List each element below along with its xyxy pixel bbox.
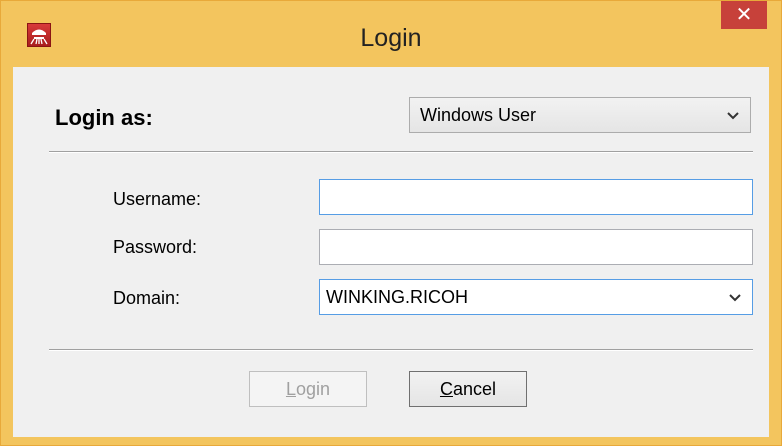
cancel-button-mnemonic: C <box>439 379 453 399</box>
domain-label: Domain: <box>113 288 181 308</box>
title-bar: Login ✕ <box>1 1 781 67</box>
password-input[interactable] <box>319 229 753 265</box>
window-title: Login <box>360 24 422 52</box>
login-as-selected-value: Windows User <box>420 105 537 125</box>
chevron-down-icon[interactable] <box>728 291 742 305</box>
login-as-dropdown[interactable]: Windows User <box>409 97 751 133</box>
username-input[interactable] <box>319 179 753 215</box>
login-button[interactable]: Login <box>249 371 367 407</box>
close-icon[interactable]: ✕ <box>736 2 753 26</box>
cancel-button-label: ancel <box>452 379 497 399</box>
username-label: Username: <box>113 189 202 209</box>
domain-value: WINKING.RICOH <box>326 287 468 307</box>
login-button-label: ogin <box>295 379 331 399</box>
close-button[interactable]: ✕ <box>721 1 767 29</box>
separator-top <box>49 151 753 153</box>
password-label: Password: <box>113 237 198 257</box>
separator-bottom <box>49 349 753 351</box>
dialog-body: Login as: Windows User Username: Passwor… <box>13 67 769 437</box>
domain-combobox[interactable]: WINKING.RICOH <box>319 279 753 315</box>
login-button-mnemonic: L <box>285 379 296 399</box>
cancel-button[interactable]: Cancel <box>409 371 527 407</box>
login-dialog: Login ✕ Login as: Windows User Username:… <box>0 0 782 446</box>
chevron-down-icon[interactable] <box>726 109 740 123</box>
login-as-label: Login as: <box>55 105 153 130</box>
